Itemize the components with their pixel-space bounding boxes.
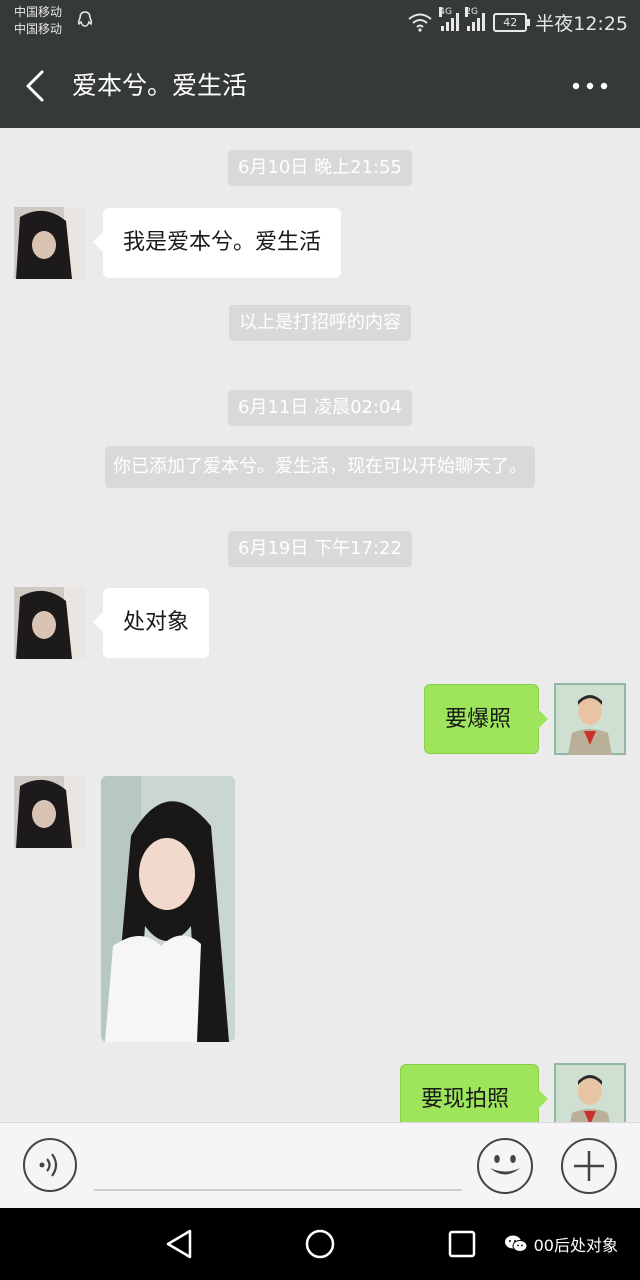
status-indicators: 4G 2G 42 半夜12:25 xyxy=(407,7,628,36)
contact-avatar[interactable] xyxy=(14,587,86,659)
signal-2g-label: 2G xyxy=(465,7,478,17)
carrier-info: 中国移动 中国移动 xyxy=(14,4,62,38)
message-text: 要现拍照 xyxy=(421,1087,510,1112)
message-text: 要爆照 xyxy=(445,707,512,732)
message-bubble-sent[interactable]: 要现拍照 xyxy=(400,1064,548,1122)
system-note-text: 你已添加了爱本兮。爱生活，现在可以开始聊天了。 xyxy=(105,446,535,488)
signal-4g-label: 4G xyxy=(439,7,452,17)
chat-header: 爱本兮。爱生活 xyxy=(0,44,640,128)
message-text: 处对象 xyxy=(123,610,190,635)
contact-avatar[interactable] xyxy=(14,207,86,279)
signal-4g-icon: 4G xyxy=(439,7,460,31)
emoji-icon[interactable] xyxy=(476,1137,534,1195)
my-avatar[interactable] xyxy=(554,683,626,755)
wechat-logo-icon xyxy=(504,1235,528,1252)
qq-notification-icon xyxy=(77,11,93,27)
message-list[interactable]: 6月10日 晚上21:55 我是爱本兮。爱生活 以上是打招呼的内容 6月11日 … xyxy=(0,128,640,1122)
carrier-1: 中国移动 xyxy=(14,5,63,19)
timestamp-label: 6月11日 凌晨02:04 xyxy=(228,390,412,426)
message-bubble[interactable]: 我是爱本兮。爱生活 xyxy=(92,208,342,278)
nav-back-icon[interactable] xyxy=(164,1228,194,1260)
more-options-icon[interactable] xyxy=(572,82,608,90)
message-input[interactable] xyxy=(94,1189,462,1191)
timestamp: 6月19日 下午17:22 xyxy=(0,531,640,567)
clock: 半夜12:25 xyxy=(535,12,628,35)
system-note-text: 以上是打招呼的内容 xyxy=(229,305,411,341)
system-note: 你已添加了爱本兮。爱生活，现在可以开始聊天了。 xyxy=(0,446,640,488)
battery-icon: 42 xyxy=(493,12,531,32)
signal-2g-icon: 2G xyxy=(465,7,486,31)
wifi-icon xyxy=(408,13,432,32)
image-message[interactable] xyxy=(101,776,235,1042)
carrier-2: 中国移动 xyxy=(14,22,63,36)
contact-avatar[interactable] xyxy=(14,776,86,848)
message-bubble-sent[interactable]: 要爆照 xyxy=(424,684,548,754)
status-bar: 中国移动 中国移动 4G 2G 42 半夜12:25 xyxy=(0,0,640,44)
back-arrow-icon[interactable] xyxy=(22,68,48,104)
voice-input-icon[interactable] xyxy=(22,1137,78,1193)
message-bubble[interactable]: 处对象 xyxy=(92,588,210,658)
account-watermark: 00后处对象 xyxy=(504,1232,618,1256)
timestamp-label: 6月19日 下午17:22 xyxy=(228,531,412,567)
nav-home-icon[interactable] xyxy=(304,1228,336,1260)
timestamp: 6月10日 晚上21:55 xyxy=(0,150,640,186)
system-navigation-bar: 00后处对象 xyxy=(0,1208,640,1280)
contact-name-title: 爱本兮。爱生活 xyxy=(72,71,248,100)
my-avatar[interactable] xyxy=(554,1063,626,1122)
input-bar xyxy=(0,1122,640,1208)
system-note: 以上是打招呼的内容 xyxy=(0,305,640,341)
timestamp-label: 6月10日 晚上21:55 xyxy=(228,150,412,186)
watermark-text: 00后处对象 xyxy=(533,1236,618,1255)
message-text: 我是爱本兮。爱生活 xyxy=(123,230,322,255)
timestamp: 6月11日 凌晨02:04 xyxy=(0,390,640,426)
add-more-icon[interactable] xyxy=(560,1137,618,1195)
nav-recent-apps-icon[interactable] xyxy=(448,1230,476,1258)
